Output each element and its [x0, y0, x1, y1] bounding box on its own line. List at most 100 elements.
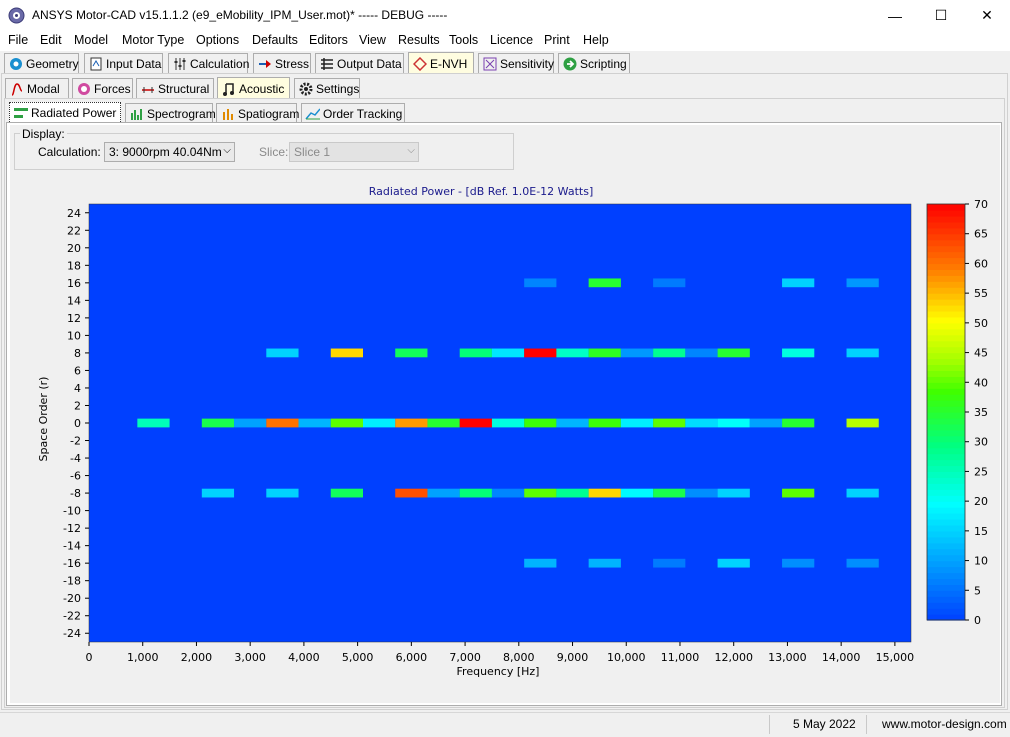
- heatmap-cell: [653, 558, 686, 568]
- colorbar-tick-label: 40: [974, 376, 988, 389]
- heatmap-cell: [749, 418, 783, 428]
- heatmap-cell: [556, 488, 589, 498]
- heatmap-cell: [427, 488, 460, 498]
- colorbar-segment: [927, 536, 965, 544]
- colorbar-tick-label: 45: [974, 347, 988, 360]
- heatmap-cell: [620, 488, 654, 498]
- heatmap-cell: [653, 488, 686, 498]
- colorbar-segment: [927, 316, 965, 324]
- colorbar-segment: [927, 572, 965, 579]
- x-tick-label: 10,000: [607, 651, 646, 664]
- colorbar-segment: [927, 322, 965, 330]
- colorbar-tick-label: 70: [974, 198, 988, 211]
- colorbar-segment: [927, 417, 965, 425]
- colorbar-tick-label: 20: [974, 495, 988, 508]
- colorbar-segment: [927, 299, 965, 306]
- heatmap-cell: [846, 348, 879, 358]
- colorbar-segment: [927, 465, 965, 473]
- y-tick-label: 4: [74, 382, 81, 395]
- colorbar-segment: [927, 524, 965, 532]
- x-tick-label: 15,000: [876, 651, 915, 664]
- colorbar-segment: [927, 358, 965, 366]
- heatmap-cell: [266, 418, 299, 428]
- y-tick-label: -22: [63, 610, 81, 623]
- heatmap-cell: [685, 348, 718, 358]
- colorbar-segment: [927, 400, 965, 407]
- colorbar-segment: [927, 453, 965, 461]
- colorbar-segment: [927, 489, 965, 496]
- y-tick-label: -2: [70, 435, 81, 448]
- heatmap-cell: [298, 418, 331, 428]
- heatmap-cell: [717, 348, 750, 358]
- colorbar-segment: [927, 233, 965, 241]
- x-tick-label: 5,000: [342, 651, 374, 664]
- colorbar-tick-label: 65: [974, 228, 988, 241]
- colorbar-segment: [927, 435, 965, 443]
- colorbar-segment: [927, 423, 965, 431]
- colorbar-segment: [927, 406, 965, 413]
- x-axis-label: Frequency [Hz]: [457, 665, 540, 678]
- colorbar-segment: [927, 209, 965, 217]
- colorbar-segment: [927, 412, 965, 419]
- heatmap-cell: [588, 488, 621, 498]
- heatmap-cell: [395, 348, 428, 358]
- chart-title: Radiated Power - [dB Ref. 1.0E-12 Watts]: [369, 185, 593, 198]
- colorbar-segment: [927, 584, 965, 591]
- heatmap-cell: [620, 418, 654, 428]
- heatmap-cell: [717, 558, 750, 568]
- colorbar-segment: [927, 596, 965, 603]
- heatmap-cell: [620, 348, 654, 358]
- colorbar-segment: [927, 334, 965, 342]
- colorbar-tick-label: 50: [974, 317, 988, 330]
- colorbar-segment: [927, 530, 965, 538]
- colorbar-segment: [927, 566, 965, 574]
- heatmap-cell: [846, 488, 879, 498]
- colorbar-tick-label: 35: [974, 406, 988, 419]
- heatmap-cell: [524, 348, 557, 358]
- heatmap-cell: [782, 418, 815, 428]
- colorbar-segment: [927, 394, 965, 401]
- colorbar-tick-label: 10: [974, 555, 988, 568]
- x-tick-label: 9,000: [557, 651, 589, 664]
- heatmap-cell: [717, 418, 750, 428]
- heatmap-cell: [524, 278, 557, 288]
- colorbar-tick-label: 55: [974, 287, 988, 300]
- y-tick-label: 12: [67, 312, 81, 325]
- x-tick-label: 7,000: [449, 651, 481, 664]
- heatmap-cell: [588, 418, 621, 428]
- y-tick-label: -12: [63, 522, 81, 535]
- heatmap-cell: [491, 418, 525, 428]
- heatmap-cell: [330, 348, 363, 358]
- colorbar-segment: [927, 293, 965, 300]
- colorbar-segment: [927, 269, 965, 276]
- heatmap-cell: [782, 278, 815, 288]
- x-tick-label: 2,000: [181, 651, 213, 664]
- colorbar-segment: [927, 364, 965, 371]
- heatmap-cell: [653, 278, 686, 288]
- colorbar-segment: [927, 542, 965, 550]
- colorbar-segment: [927, 608, 965, 615]
- heatmap-cell: [491, 348, 525, 358]
- colorbar-segment: [927, 281, 965, 288]
- x-tick-label: 0: [86, 651, 93, 664]
- colorbar-segment: [927, 346, 965, 354]
- y-tick-label: -24: [63, 627, 81, 640]
- colorbar-segment: [927, 590, 965, 597]
- heatmap-cell: [137, 418, 170, 428]
- colorbar-segment: [927, 388, 965, 395]
- colorbar-segment: [927, 221, 965, 229]
- colorbar-segment: [927, 257, 965, 265]
- colorbar-segment: [927, 370, 965, 377]
- colorbar-segment: [927, 554, 965, 562]
- status-date: 5 May 2022: [793, 717, 856, 731]
- x-tick-label: 1,000: [127, 651, 159, 664]
- heatmap-cell: [782, 488, 815, 498]
- colorbar-segment: [927, 429, 965, 437]
- y-tick-label: -14: [63, 540, 81, 553]
- y-tick-label: -18: [63, 575, 81, 588]
- heatmap-cell: [427, 418, 460, 428]
- colorbar-segment: [927, 560, 965, 568]
- colorbar-segment: [927, 501, 965, 508]
- colorbar-tick-label: 60: [974, 257, 988, 270]
- colorbar-segment: [927, 204, 965, 211]
